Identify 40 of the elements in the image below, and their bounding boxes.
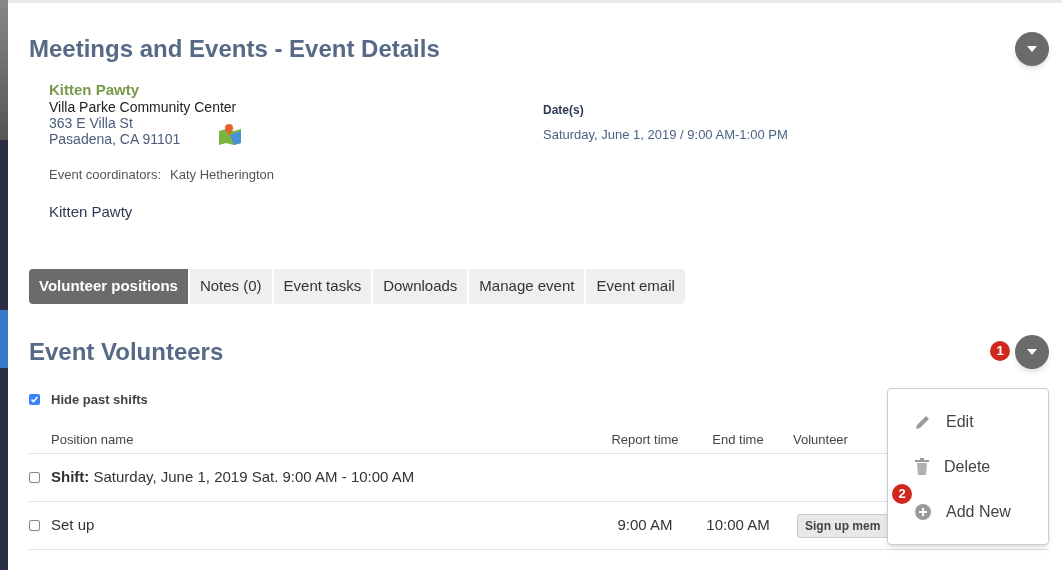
number-badge: 1 bbox=[990, 341, 1010, 361]
column-header: Volunteer bbox=[792, 430, 848, 449]
tab[interactable]: Volunteer positions bbox=[29, 269, 188, 304]
tab[interactable]: Event email bbox=[586, 269, 685, 304]
plus-circle-icon bbox=[914, 502, 932, 521]
column-header: Position name bbox=[50, 430, 135, 449]
venue-name: Villa Parke Community Center bbox=[49, 99, 238, 115]
tab[interactable]: Manage event bbox=[469, 269, 585, 304]
report-time: 9:00 AM bbox=[616, 515, 674, 536]
checkbox[interactable] bbox=[29, 394, 40, 406]
checkbox[interactable] bbox=[29, 472, 40, 483]
column-header: Report time bbox=[610, 430, 680, 449]
column-header: End time bbox=[711, 430, 765, 449]
checkbox-label: Hide past shifts bbox=[51, 391, 148, 409]
coordinator-name: Katy Hetherington bbox=[170, 166, 275, 184]
caret-icon bbox=[1027, 46, 1037, 52]
dates-label: Date(s) bbox=[543, 102, 585, 119]
end-time: 10:00 AM bbox=[705, 515, 771, 536]
shift-title: Shift: Saturday, June 1, 2019 Sat. 9:00 AM - 10:00 AM bbox=[51, 467, 415, 488]
dropdown-button[interactable] bbox=[1015, 335, 1049, 369]
trash-icon bbox=[914, 457, 930, 476]
page-title: Meetings and Events - Event Details bbox=[29, 34, 440, 64]
address-line: 363 E Villa St bbox=[49, 115, 134, 131]
menu-item[interactable]: Delete bbox=[944, 454, 991, 479]
address-line: Pasadena, CA 91101 bbox=[49, 131, 181, 147]
tab[interactable]: Notes (0) bbox=[189, 269, 272, 304]
dropdown-button[interactable] bbox=[1015, 32, 1049, 66]
menu-item[interactable]: Add New bbox=[946, 499, 1011, 524]
event-dates: Saturday, June 1, 2019 / 9:00 AM-1:00 PM bbox=[543, 126, 788, 144]
coordinators-label: Event coordinators: bbox=[49, 166, 161, 184]
tab[interactable]: Downloads bbox=[373, 269, 468, 304]
tab[interactable]: Event tasks bbox=[273, 269, 372, 304]
position-name: Set up bbox=[51, 515, 95, 536]
menu-item[interactable]: Edit bbox=[946, 409, 974, 434]
map-icon[interactable] bbox=[218, 123, 243, 145]
event-name: Kitten Pawty bbox=[49, 81, 140, 99]
section-title: Event Volunteers bbox=[29, 337, 224, 367]
checkbox[interactable] bbox=[29, 520, 40, 531]
caret-icon bbox=[1027, 349, 1037, 355]
event-description: Kitten Pawty bbox=[49, 201, 134, 222]
